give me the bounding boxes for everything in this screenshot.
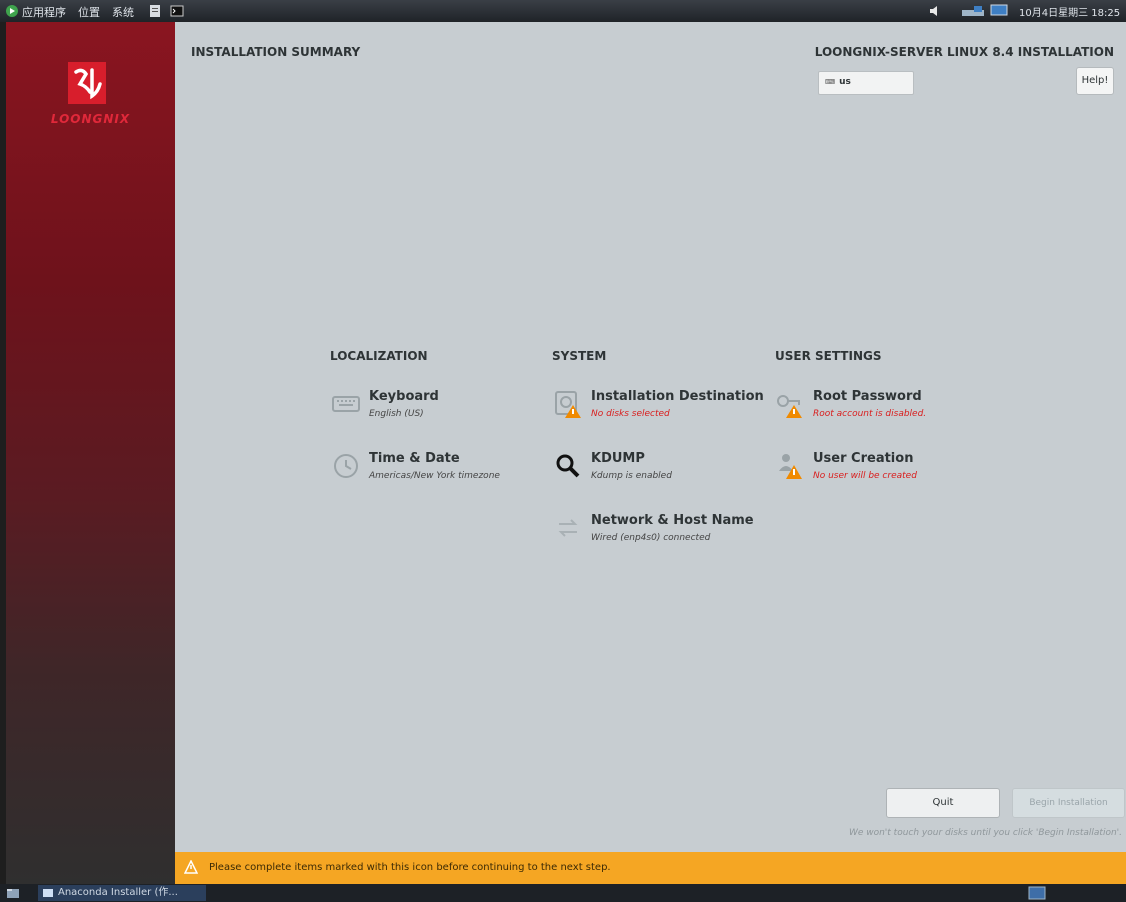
spoke-status: Americas/New York timezone xyxy=(369,471,500,481)
app-menu-icon[interactable] xyxy=(5,4,19,18)
top-panel: 应用程序 位置 系统 10月4日星期三 18:25 xyxy=(0,0,1126,22)
spoke-network-host-name[interactable]: Network & Host Name Wired (enp4s0) conne… xyxy=(553,513,763,557)
product-title: LOONGNIX-SERVER LINUX 8.4 INSTALLATION xyxy=(814,45,1114,59)
quit-button[interactable]: Quit xyxy=(886,788,1000,818)
spoke-title: Root Password xyxy=(813,389,922,404)
search-kdump-icon xyxy=(556,454,580,478)
clock-icon xyxy=(334,454,358,478)
keyboard-layout-value: us xyxy=(839,77,851,87)
warning-bar: Please complete items marked with this i… xyxy=(175,852,1126,884)
clock[interactable]: 10月4日星期三 18:25 xyxy=(1019,4,1120,19)
category-user-settings: USER SETTINGS xyxy=(775,349,882,363)
display-icon[interactable] xyxy=(990,4,1008,18)
disk-notice: We won't touch your disks until you clic… xyxy=(848,828,1122,838)
network-status-icon[interactable] xyxy=(960,4,986,18)
show-desktop-icon[interactable] xyxy=(6,886,20,900)
help-button[interactable]: Help! xyxy=(1076,67,1114,95)
spoke-status: Wired (enp4s0) connected xyxy=(591,533,711,543)
spoke-title: Installation Destination xyxy=(591,389,764,404)
spoke-status: No user will be created xyxy=(813,471,917,481)
taskbar-anaconda-installer[interactable]: Anaconda Installer (作... xyxy=(38,885,206,901)
spoke-time-date[interactable]: Time & Date Americas/New York timezone xyxy=(331,451,541,495)
sidebar: LOONGNIX xyxy=(6,22,175,884)
spoke-kdump[interactable]: KDUMP Kdump is enabled xyxy=(553,451,763,495)
spoke-user-creation[interactable]: User Creation No user will be created xyxy=(775,451,985,495)
terminal-icon[interactable] xyxy=(170,4,184,18)
keyboard-small-icon: ⌨ xyxy=(825,78,836,86)
disk-icon xyxy=(555,391,581,418)
taskbar-app-label: Anaconda Installer (作... xyxy=(58,887,178,898)
spoke-status: English (US) xyxy=(369,409,424,419)
warning-icon xyxy=(184,860,198,874)
category-system: SYSTEM xyxy=(552,349,607,363)
spoke-status: Root account is disabled. xyxy=(813,409,927,419)
page-title: INSTALLATION SUMMARY xyxy=(191,45,361,59)
loongnix-logo-icon xyxy=(68,62,106,104)
file-manager-icon[interactable] xyxy=(148,4,162,18)
workspace-switcher-icon[interactable] xyxy=(1028,886,1046,900)
spoke-title: Keyboard xyxy=(369,389,439,404)
begin-installation-button[interactable]: Begin Installation xyxy=(1012,788,1125,818)
spoke-title: User Creation xyxy=(813,451,914,466)
keyboard-icon xyxy=(332,396,360,412)
spoke-status: No disks selected xyxy=(591,409,670,419)
spoke-title: KDUMP xyxy=(591,451,645,466)
taskbar: Anaconda Installer (作... xyxy=(0,884,1126,902)
spoke-keyboard[interactable]: Keyboard English (US) xyxy=(331,389,541,433)
menu-applications[interactable]: 应用程序 xyxy=(22,4,66,20)
keyboard-layout-indicator[interactable]: ⌨ us xyxy=(818,71,914,95)
user-icon xyxy=(779,454,802,479)
window-icon xyxy=(43,889,53,897)
spoke-title: Time & Date xyxy=(369,451,460,466)
warning-text: Please complete items marked with this i… xyxy=(209,862,611,873)
spoke-root-password[interactable]: Root Password Root account is disabled. xyxy=(775,389,985,433)
category-localization: LOCALIZATION xyxy=(330,349,428,363)
spoke-title: Network & Host Name xyxy=(591,513,754,528)
volume-icon[interactable] xyxy=(928,4,942,18)
menu-places[interactable]: 位置 xyxy=(78,4,100,20)
network-arrows-icon xyxy=(558,519,578,537)
menu-system[interactable]: 系统 xyxy=(112,4,134,20)
main-panel: INSTALLATION SUMMARY LOONGNIX-SERVER LIN… xyxy=(175,22,1126,852)
brand-name: LOONGNIX xyxy=(50,112,131,126)
spoke-installation-destination[interactable]: Installation Destination No disks select… xyxy=(553,389,764,433)
spoke-status: Kdump is enabled xyxy=(591,471,672,481)
key-icon xyxy=(777,395,802,418)
